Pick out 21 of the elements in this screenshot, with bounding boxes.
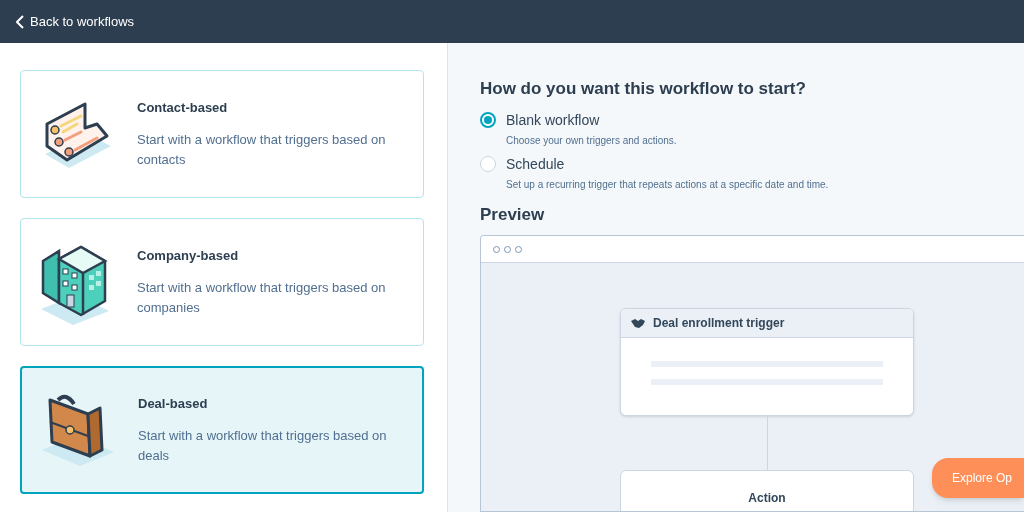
option-label: Blank workflow (506, 110, 601, 130)
workflow-type-card[interactable]: Contact-based Start with a workflow that triggers based on contacts (20, 70, 424, 198)
card-title: Company-based (137, 247, 240, 266)
radio-button[interactable] (480, 111, 496, 128)
workflow-type-card[interactable]: Company-based Start with a workflow that triggers based on companies (20, 218, 424, 346)
trigger-title: Deal enrollment trigger (653, 315, 785, 332)
card-title: Contact-based (137, 99, 229, 118)
card-description: Start with a workflow that triggers based on companies (137, 278, 387, 317)
option-hint: Choose your own triggers and actions. (506, 133, 677, 148)
card-title: Deal-based (138, 395, 209, 414)
card-description: Start with a workflow that triggers based on deals (138, 426, 388, 465)
radio-button[interactable] (480, 155, 496, 172)
section-heading: How do you want this workflow to start? (480, 78, 807, 100)
option-hint: Set up a recurring trigger that repeats actions at a specific date and time. (506, 177, 829, 192)
back-link[interactable]: Back to workflows (16, 11, 135, 32)
workflow-type-card[interactable]: Deal-based Start with a workflow that triggers based on deals (20, 366, 424, 494)
card-description: Start with a workflow that triggers based on contacts (137, 130, 387, 169)
option-label: Schedule (506, 154, 566, 174)
action-title: Action (748, 490, 786, 507)
chevron-left-icon (16, 14, 24, 29)
preview-heading: Preview (480, 203, 546, 226)
